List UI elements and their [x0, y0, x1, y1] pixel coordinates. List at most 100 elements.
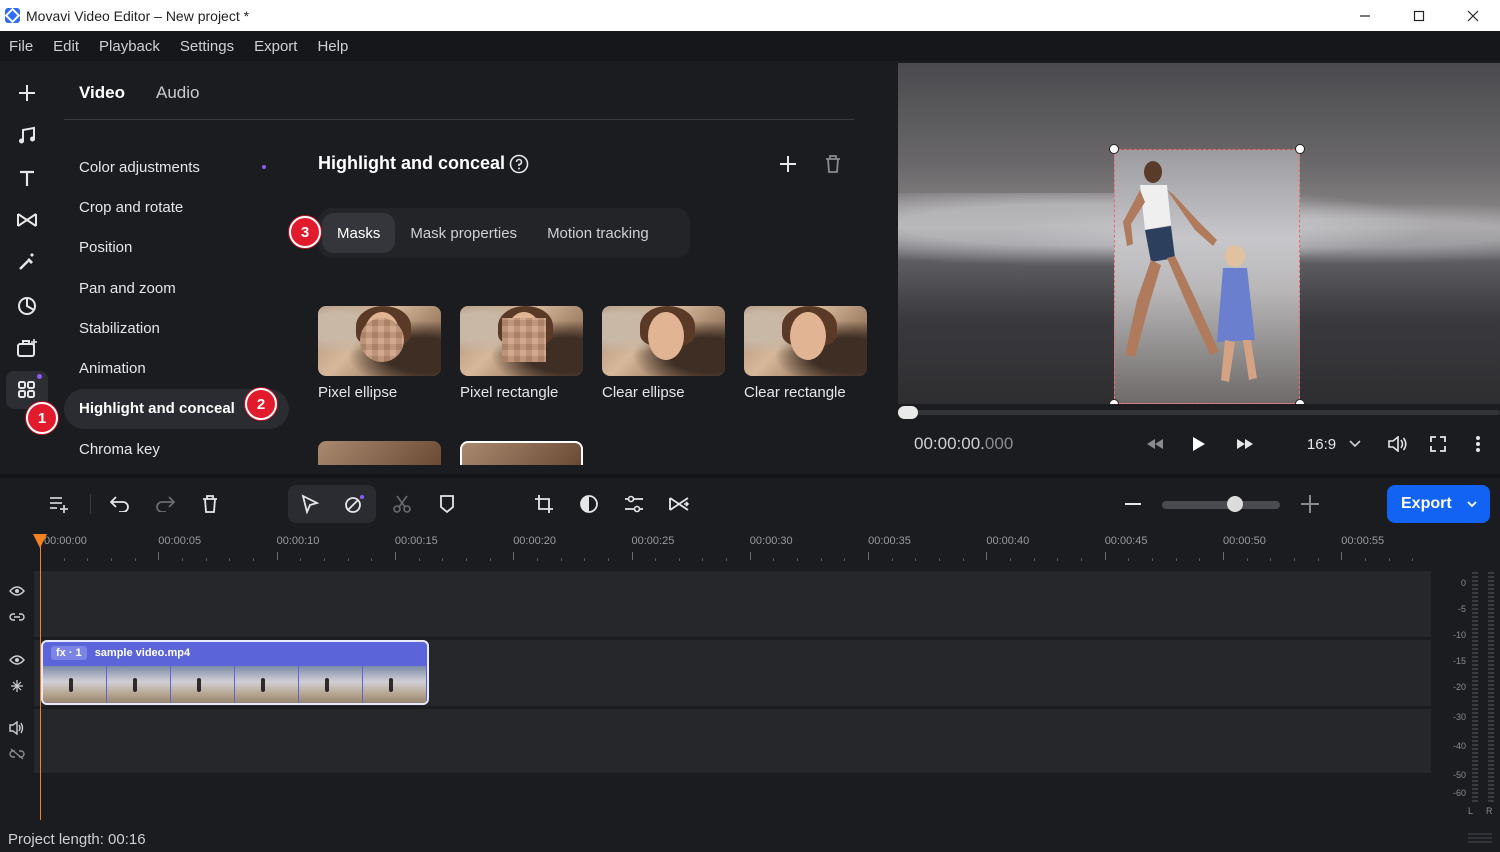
marker-button[interactable] — [429, 487, 465, 521]
preset-thumbnail — [318, 306, 441, 376]
preset-thumbnail[interactable] — [318, 441, 441, 465]
chevron-down-icon — [1349, 440, 1361, 448]
subtab-mask-properties[interactable]: Mask properties — [395, 213, 532, 253]
redo-button[interactable] — [147, 487, 183, 521]
timecode-ms: 000 — [984, 434, 1014, 453]
menu-playback[interactable]: Playback — [89, 38, 170, 55]
mask-region[interactable] — [1114, 149, 1300, 404]
video-clip[interactable]: fx · 1 sample video.mp4 — [41, 640, 429, 705]
category-chroma-key[interactable]: Chroma key — [64, 429, 289, 469]
volume-button[interactable] — [1387, 433, 1409, 455]
import-button[interactable] — [6, 74, 48, 112]
zoom-slider-knob[interactable] — [1227, 496, 1243, 512]
mask-handle-top-left[interactable] — [1109, 144, 1119, 154]
preset-thumbnail-selected[interactable] — [460, 441, 583, 465]
menu-export[interactable]: Export — [244, 38, 307, 55]
category-position[interactable]: Position — [64, 228, 289, 268]
add-mask-button[interactable] — [778, 154, 798, 179]
zoom-slider[interactable] — [1162, 501, 1280, 509]
fullscreen-button[interactable] — [1427, 433, 1449, 455]
preset-clear-rectangle[interactable]: Clear rectangle — [744, 306, 867, 401]
ruler-minor-tick — [820, 558, 822, 561]
ruler-minor-tick — [418, 558, 420, 561]
timeline-ruler[interactable]: 00:00:00 00:00:05 00:00:10 00:00:15 00:00:20… — [0, 530, 1430, 570]
video-preview[interactable] — [898, 63, 1500, 404]
ruler-minor-tick — [1293, 558, 1295, 561]
delete-mask-button[interactable] — [824, 154, 842, 179]
eye-icon[interactable] — [9, 654, 25, 666]
undo-button[interactable] — [102, 487, 138, 521]
preset-label: Clear rectangle — [744, 384, 846, 401]
eye-icon[interactable] — [9, 585, 25, 597]
select-tool-button[interactable] — [292, 487, 328, 521]
preset-clear-ellipse[interactable]: Clear ellipse — [602, 306, 725, 401]
clip-fx-badge[interactable]: fx · 1 — [51, 646, 87, 660]
zoom-out-button[interactable] — [1115, 487, 1151, 521]
subtab-motion-tracking[interactable]: Motion tracking — [532, 213, 664, 253]
ruler-minor-tick — [1152, 558, 1154, 561]
link-icon[interactable] — [9, 611, 25, 623]
category-crop-and-rotate[interactable]: Crop and rotate — [64, 187, 289, 227]
preview-scrubber[interactable] — [898, 406, 1500, 419]
elements-tool-button[interactable] — [6, 329, 48, 367]
close-button[interactable] — [1446, 0, 1500, 31]
color-adjust-button[interactable] — [571, 487, 607, 521]
play-button[interactable] — [1188, 433, 1210, 455]
minimize-button[interactable] — [1338, 0, 1392, 31]
mask-handle-bottom-right[interactable] — [1295, 399, 1305, 404]
sparkle-icon[interactable] — [9, 679, 25, 693]
blade-tool-button[interactable] — [336, 487, 372, 521]
track-audio[interactable] — [34, 709, 1431, 773]
menu-settings[interactable]: Settings — [170, 38, 244, 55]
tab-video[interactable]: Video — [79, 83, 125, 103]
rewind-button[interactable] — [1144, 433, 1166, 455]
play-icon — [1193, 437, 1205, 451]
speaker-icon[interactable] — [9, 721, 25, 735]
split-button[interactable] — [384, 487, 420, 521]
ruler-minor-tick — [371, 558, 373, 561]
transitions-tool-button[interactable] — [6, 201, 48, 239]
category-color-adjustments[interactable]: Color adjustments — [64, 147, 289, 187]
fast-forward-button[interactable] — [1234, 433, 1256, 455]
tab-audio[interactable]: Audio — [156, 83, 199, 103]
preset-pixel-ellipse[interactable]: Pixel ellipse — [318, 306, 441, 401]
category-animation[interactable]: Animation — [64, 348, 289, 388]
category-pan-and-zoom[interactable]: Pan and zoom — [64, 268, 289, 308]
plus-icon — [1301, 495, 1319, 513]
meter-bar-left — [1472, 570, 1478, 802]
export-button[interactable]: Export — [1387, 485, 1490, 523]
stickers-tool-button[interactable] — [6, 287, 48, 325]
maximize-button[interactable] — [1392, 0, 1446, 31]
crop-button[interactable] — [526, 487, 562, 521]
transition-wizard-button[interactable] — [661, 487, 697, 521]
ruler-minor-tick — [1270, 558, 1272, 561]
add-track-button[interactable] — [41, 487, 77, 521]
more-options-button[interactable] — [1468, 433, 1488, 455]
section-title: Highlight and conceal — [318, 153, 506, 173]
titles-tool-button[interactable] — [6, 159, 48, 197]
unlink-icon[interactable] — [9, 748, 25, 760]
preset-pixel-rectangle[interactable]: Pixel rectangle — [460, 306, 583, 401]
resize-grip-icon[interactable] — [1468, 831, 1492, 845]
aspect-ratio-select[interactable]: 16:9 — [1304, 433, 1364, 455]
music-tool-button[interactable] — [6, 117, 48, 155]
track-overlay[interactable] — [34, 571, 1431, 637]
menu-help[interactable]: Help — [307, 38, 358, 55]
filters-tool-button[interactable] — [6, 243, 48, 281]
zoom-in-button[interactable] — [1292, 487, 1328, 521]
clip-properties-button[interactable] — [616, 487, 652, 521]
subtab-masks[interactable]: Masks — [322, 213, 396, 253]
mask-handle-top-right[interactable] — [1295, 144, 1305, 154]
menu-file[interactable]: File — [0, 38, 43, 55]
people-silhouette — [1123, 161, 1257, 382]
scrubber-knob[interactable] — [898, 406, 918, 419]
ruler-minor-tick — [110, 558, 112, 561]
playhead-line[interactable] — [40, 534, 41, 820]
mask-handle-bottom-left[interactable] — [1109, 399, 1119, 404]
delete-button[interactable] — [192, 487, 228, 521]
category-stabilization[interactable]: Stabilization — [64, 308, 289, 348]
ruler-time-label: 00:00:15 — [394, 535, 438, 547]
playhead-handle[interactable] — [33, 534, 47, 548]
menu-edit[interactable]: Edit — [43, 38, 89, 55]
help-icon[interactable] — [509, 154, 529, 179]
